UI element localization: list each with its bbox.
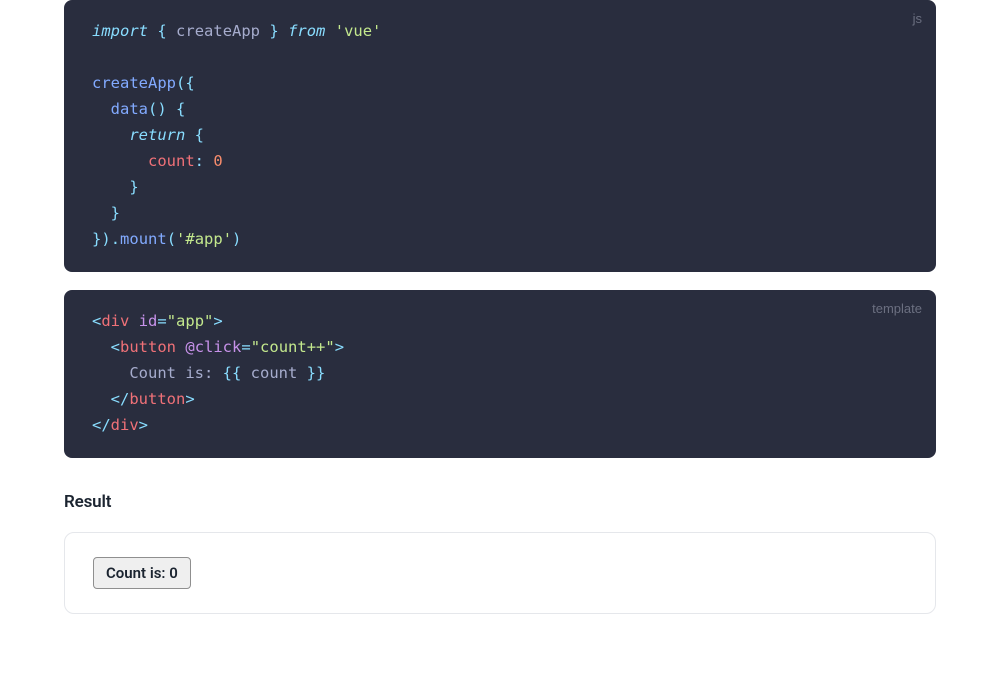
language-label-js: js	[913, 8, 922, 30]
code-content-template: <div id="app"> <button @click="count++">…	[92, 308, 908, 438]
code-content-js: import { createApp } from 'vue' createAp…	[92, 18, 908, 252]
code-block-js: js import { createApp } from 'vue' creat…	[64, 0, 936, 272]
result-demo-container: Count is: 0	[64, 532, 936, 614]
code-block-template: template <div id="app"> <button @click="…	[64, 290, 936, 458]
language-label-template: template	[872, 298, 922, 320]
count-button[interactable]: Count is: 0	[93, 557, 191, 589]
result-heading: Result	[64, 492, 936, 512]
